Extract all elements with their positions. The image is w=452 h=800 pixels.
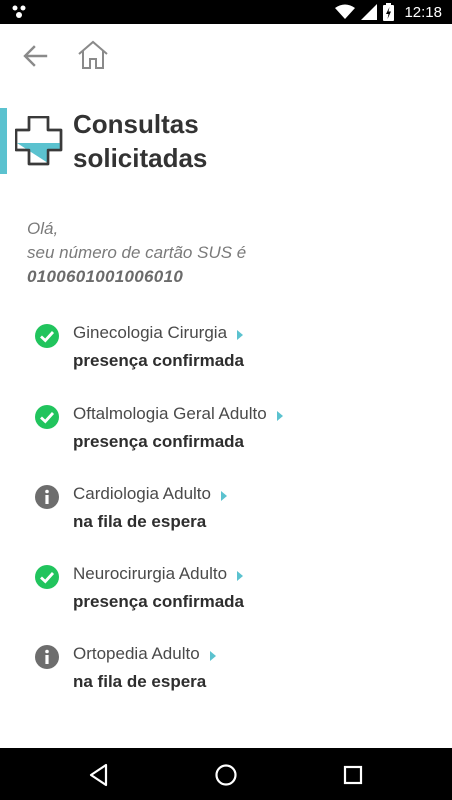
consultation-status: na fila de espera [73, 672, 207, 691]
consultation-specialty: Oftalmologia Geral Adulto [73, 401, 283, 427]
check-circle-icon [35, 565, 59, 589]
consultation-item[interactable]: Ginecologia Cirurgia presença confirmada [0, 320, 452, 380]
consultation-item[interactable]: Cardiologia Adulto na fila de espera [0, 481, 452, 541]
wifi-icon [335, 4, 356, 19]
page-title-line1: Consultas [73, 109, 199, 139]
consultation-specialty: Ortopedia Adulto [73, 641, 216, 667]
caret-right-icon [220, 491, 227, 501]
caret-right-icon [209, 651, 216, 661]
notification-dots-icon [12, 5, 26, 18]
cell-signal-icon [361, 4, 378, 20]
consultation-specialty: Neurocirurgia Adulto [73, 561, 244, 587]
medical-cross-icon [15, 116, 63, 166]
consultation-item[interactable]: Ortopedia Adulto na fila de espera [0, 641, 452, 701]
check-circle-icon [35, 405, 59, 429]
sus-card-number: 0100601001006010 [27, 267, 184, 286]
caret-right-icon [276, 411, 283, 421]
consultation-status: na fila de espera [73, 512, 207, 531]
home-icon[interactable] [76, 39, 110, 71]
battery-icon [383, 3, 395, 21]
status-bar: 12:18 [0, 0, 452, 24]
header-accent-bar [0, 108, 7, 174]
back-arrow-icon[interactable] [20, 41, 50, 71]
caret-right-icon [237, 571, 244, 581]
consultation-specialty: Cardiologia Adulto [73, 481, 227, 507]
consultation-item[interactable]: Neurocirurgia Adulto presença confirmada [0, 561, 452, 621]
page-title: Consultas solicitadas [73, 107, 373, 175]
nav-home-icon[interactable] [213, 762, 239, 788]
consultation-status: presença confirmada [73, 351, 245, 370]
info-circle-icon [35, 645, 59, 669]
system-navigation-bar [0, 748, 452, 800]
toolbar [0, 24, 452, 86]
clock: 12:18 [404, 3, 442, 21]
page-title-line2: solicitadas [73, 143, 208, 173]
consultation-status: presença confirmada [73, 592, 245, 611]
nav-back-icon[interactable] [86, 762, 112, 788]
nav-recents-icon[interactable] [340, 762, 366, 788]
consultation-specialty: Ginecologia Cirurgia [73, 320, 244, 346]
check-circle-icon [35, 324, 59, 348]
caret-right-icon [237, 330, 244, 340]
consultation-item[interactable]: Oftalmologia Geral Adulto presença confi… [0, 401, 452, 461]
greeting-message: seu número de cartão SUS é [27, 243, 247, 262]
greeting-block: Olá, seu número de cartão SUS é 01006010… [27, 217, 427, 289]
info-circle-icon [35, 485, 59, 509]
greeting-hello: Olá, [27, 219, 59, 238]
consultation-status: presença confirmada [73, 432, 245, 451]
